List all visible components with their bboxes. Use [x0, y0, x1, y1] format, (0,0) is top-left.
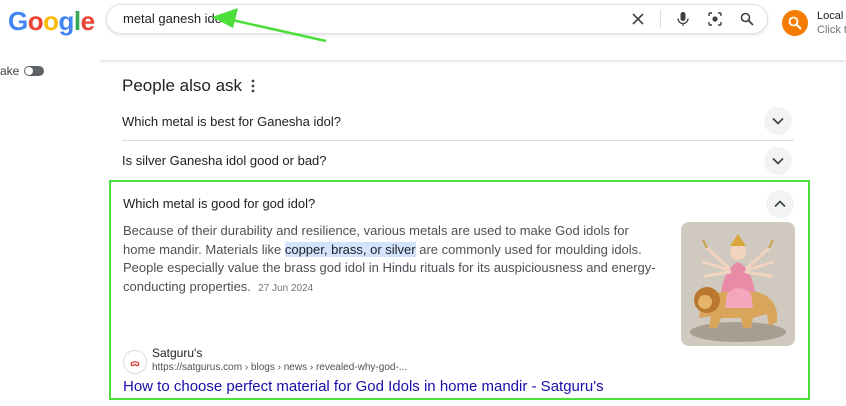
logo-letter: l	[73, 6, 81, 36]
divider	[660, 10, 661, 28]
result-title-link[interactable]: How to choose perfect material for God I…	[123, 378, 604, 395]
logo-letter: o	[27, 6, 44, 36]
dark-mode-toggle[interactable]	[24, 66, 44, 76]
toggle-knob	[25, 67, 33, 75]
answer-highlight: copper, brass, or silver	[284, 241, 416, 257]
google-logo[interactable]: Google	[8, 6, 95, 37]
chevron-up-icon[interactable]	[766, 190, 794, 218]
answer-snippet: Because of their durability and resilien…	[123, 222, 663, 298]
search-icon[interactable]	[737, 9, 757, 29]
paa-question[interactable]: Is silver Ganesha idol good or bad?	[122, 142, 794, 180]
paa-question-text: Which metal is best for Ganesha idol?	[122, 114, 341, 129]
paa-question[interactable]: Which metal is best for Ganesha idol?	[122, 104, 794, 141]
paa-question-text: Is silver Ganesha idol good or bad?	[122, 153, 327, 168]
source-name: Satguru's	[152, 346, 203, 360]
search-query-text: metal ganesh idol	[123, 11, 225, 26]
chevron-down-icon[interactable]	[764, 107, 792, 135]
satgurus-favicon: ᯅ	[123, 350, 147, 374]
local-label[interactable]: Local s	[817, 10, 846, 22]
header-divider	[100, 60, 846, 64]
header: Google metal ganesh idol Local s Click t	[0, 0, 846, 64]
logo-letter: G	[8, 6, 28, 36]
logo-letter: e	[80, 6, 95, 36]
local-sub-label: Click t	[817, 24, 846, 36]
toggle-label: ake	[0, 64, 20, 78]
chevron-down-icon[interactable]	[764, 147, 792, 175]
more-options-icon[interactable]	[248, 78, 258, 94]
search-input[interactable]: metal ganesh idol	[106, 4, 768, 34]
logo-letter: o	[43, 6, 59, 36]
mic-icon[interactable]	[673, 9, 693, 29]
paa-question-text[interactable]: Which metal is good for god idol?	[123, 196, 315, 211]
lens-icon[interactable]	[705, 9, 725, 29]
source-url: https://satgurus.com › blogs › news › re…	[152, 362, 408, 373]
close-icon[interactable]	[628, 9, 648, 29]
paa-expanded-answer: Which metal is good for god idol? Becaus…	[109, 180, 810, 400]
search-icon	[788, 16, 802, 30]
answer-date: 27 Jun 2024	[258, 282, 314, 294]
logo-letter: g	[58, 6, 75, 36]
paa-heading: People also ask	[122, 76, 243, 95]
local-search-button[interactable]	[782, 10, 808, 36]
idol-thumbnail[interactable]	[681, 222, 795, 346]
